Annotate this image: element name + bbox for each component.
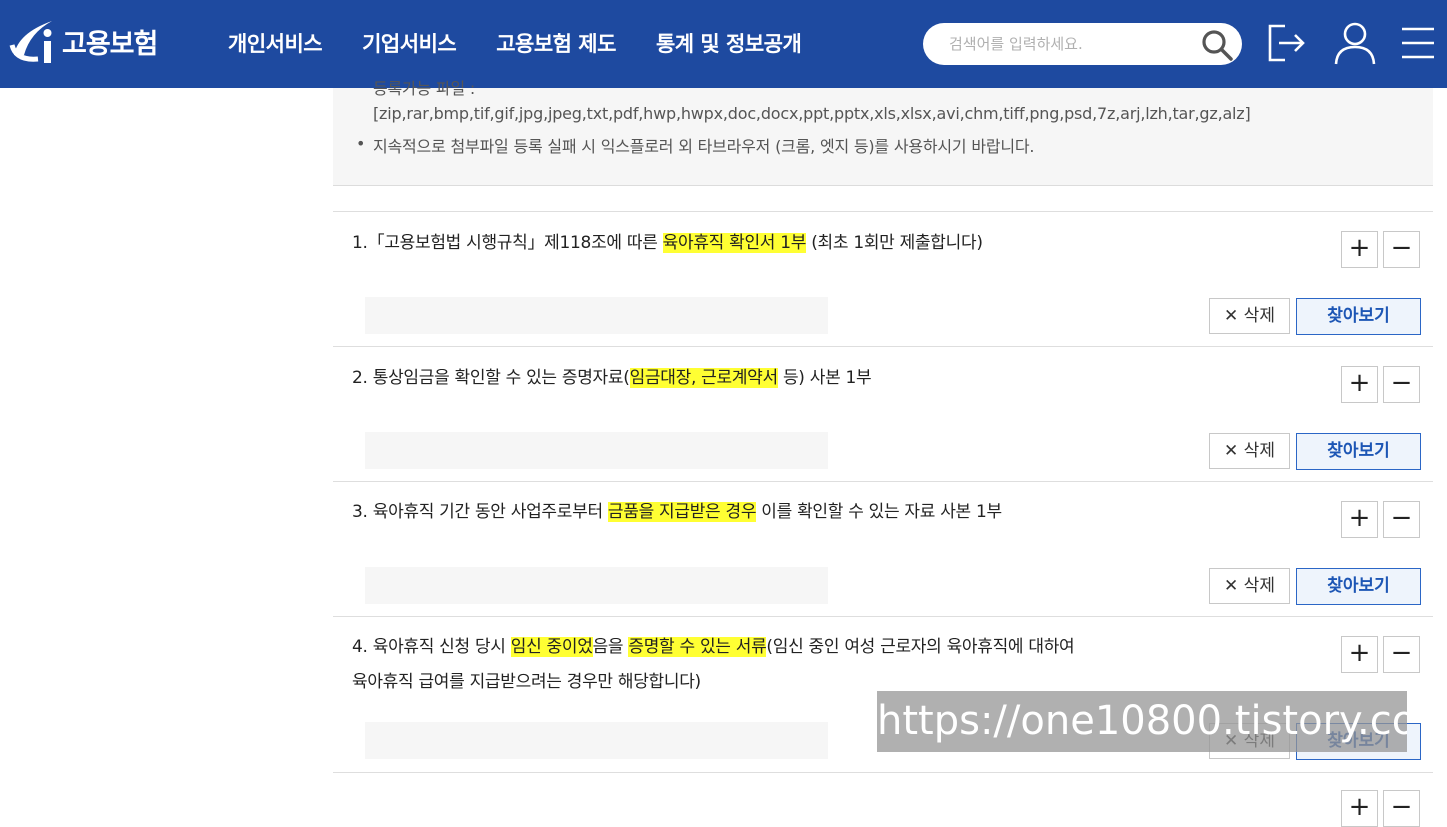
delete-button[interactable]: ✕ 삭제	[1209, 568, 1290, 604]
highlighted-text: 임신 중이었	[510, 637, 593, 657]
add-button[interactable]: +	[1341, 231, 1378, 268]
item-text: 등) 사본 1부	[777, 368, 872, 388]
menu-icon[interactable]	[1398, 18, 1442, 68]
allowed-extensions: [zip,rar,bmp,tif,gif,jpg,jpeg,txt,pdf,hw…	[373, 104, 1251, 123]
item-description: 3. 육아휴직 기간 동안 사업주로부터 금품을 지급받은 경우 이를 확인할 …	[352, 495, 1002, 530]
highlighted-text: 임금대장, 근로계약서	[629, 368, 778, 388]
browser-tip: 지속적으로 첨부파일 등록 실패 시 익스플로러 외 타브라우저 (크롬, 엣지…	[373, 137, 1035, 156]
add-button[interactable]: +	[1341, 501, 1378, 538]
remove-button[interactable]: −	[1383, 636, 1420, 673]
logo-icon	[9, 21, 52, 63]
add-button[interactable]: +	[1341, 790, 1378, 827]
remove-button[interactable]: −	[1383, 366, 1420, 403]
file-name-field[interactable]	[365, 432, 828, 469]
highlighted-text: 육아휴직 확인서 1부	[662, 233, 807, 253]
browse-button[interactable]: 찾아보기	[1296, 568, 1421, 605]
item-text: (최초 1회만 제출합니다)	[806, 233, 983, 253]
item-text: (임신 중인 여성 근로자의 육아휴직에 대하여	[766, 637, 1075, 657]
item-text: 1.「고용보험법 시행규칙」제118조에 따른	[352, 233, 663, 253]
add-button[interactable]: +	[1341, 366, 1378, 403]
item-description: 4. 육아휴직 신청 당시 임신 중이었음을 증명할 수 있는 서류(임신 중인…	[352, 630, 1075, 700]
item-text: 음을	[592, 637, 629, 657]
item-description: 1.「고용보험법 시행규칙」제118조에 따른 육아휴직 확인서 1부 (최초 …	[352, 226, 983, 261]
user-icon[interactable]	[1333, 18, 1377, 68]
add-button[interactable]: +	[1341, 636, 1378, 673]
remove-button[interactable]: −	[1383, 790, 1420, 827]
file-name-field[interactable]	[365, 567, 828, 604]
search-icon[interactable]	[1200, 28, 1234, 62]
item-description: 2. 통상임금을 확인할 수 있는 증명자료(임금대장, 근로계약서 등) 사본…	[352, 361, 872, 396]
watermark: https://one10800.tistory.com	[877, 691, 1407, 752]
file-name-field[interactable]	[365, 722, 828, 759]
delete-button[interactable]: ✕ 삭제	[1209, 298, 1290, 334]
bullet: •	[356, 134, 366, 153]
site-header: 고용보험 개인서비스 기업서비스 고용보험 제도 통계 및 정보공개	[0, 0, 1447, 88]
highlighted-text: 증명할 수 있는 서류	[628, 637, 767, 657]
highlighted-text: 금품을 지급받은 경우	[607, 502, 757, 522]
allowed-files-label: 등록가능 파일 :	[373, 79, 476, 98]
nav-personal-services[interactable]: 개인서비스	[228, 28, 323, 58]
main-nav: 개인서비스 기업서비스 고용보험 제도 통계 및 정보공개	[228, 28, 841, 58]
delete-button[interactable]: ✕ 삭제	[1209, 433, 1290, 469]
browse-button[interactable]: 찾아보기	[1296, 433, 1421, 470]
attachment-item: 2. 통상임금을 확인할 수 있는 증명자료(임금대장, 근로계약서 등) 사본…	[333, 346, 1433, 481]
nav-statistics[interactable]: 통계 및 정보공개	[656, 28, 802, 58]
search-input[interactable]	[949, 23, 1199, 65]
browse-button[interactable]: 찾아보기	[1296, 298, 1421, 335]
logo[interactable]: 고용보험	[8, 14, 158, 68]
attachment-item: + −	[333, 772, 1433, 827]
item-text: 이를 확인할 수 있는 자료 사본 1부	[756, 502, 1002, 522]
attachment-item: 1.「고용보험법 시행규칙」제118조에 따른 육아휴직 확인서 1부 (최초 …	[333, 211, 1433, 346]
item-text: 3. 육아휴직 기간 동안 사업주로부터	[352, 502, 608, 522]
search-box	[923, 23, 1242, 65]
item-text: 4. 육아휴직 신청 당시	[352, 637, 511, 657]
logout-icon[interactable]	[1265, 18, 1309, 68]
nav-insurance-system[interactable]: 고용보험 제도	[496, 28, 616, 58]
item-text-line2: 육아휴직 급여를 지급받으려는 경우만 해당합니다)	[352, 672, 701, 692]
file-notice: 등록가능 파일 : [zip,rar,bmp,tif,gif,jpg,jpeg,…	[333, 79, 1433, 186]
file-name-field[interactable]	[365, 297, 828, 334]
item-text: 2. 통상임금을 확인할 수 있는 증명자료(	[352, 368, 630, 388]
attachment-item: 3. 육아휴직 기간 동안 사업주로부터 금품을 지급받은 경우 이를 확인할 …	[333, 481, 1433, 616]
nav-business-services[interactable]: 기업서비스	[362, 28, 457, 58]
logo-text: 고용보험	[62, 28, 158, 60]
remove-button[interactable]: −	[1383, 231, 1420, 268]
remove-button[interactable]: −	[1383, 501, 1420, 538]
